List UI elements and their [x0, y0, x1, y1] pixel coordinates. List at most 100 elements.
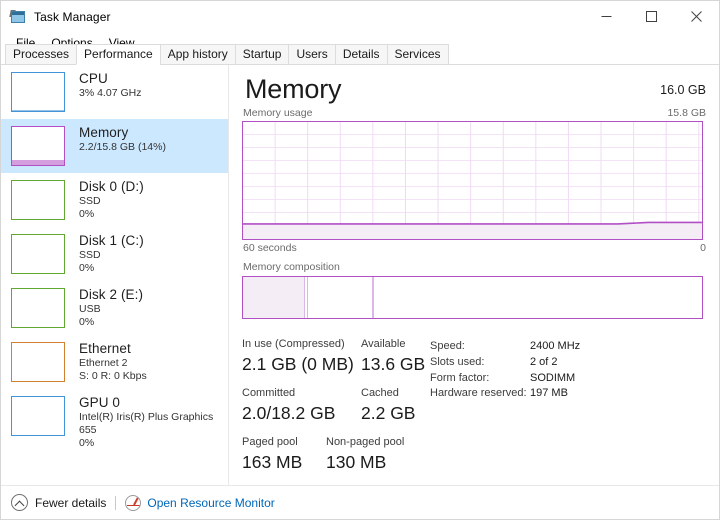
sidebar-thumbnail-fill	[12, 110, 64, 111]
stat-committed: Committed 2.0/18.2 GB	[242, 386, 335, 425]
hardware-info-row: Hardware reserved: 197 MB	[430, 386, 580, 402]
sidebar-item-text: CPU 3% 4.07 GHz	[79, 71, 141, 100]
open-resource-monitor-link[interactable]: Open Resource Monitor	[147, 496, 274, 510]
memory-usage-graph	[242, 121, 703, 240]
hardware-info-key: Form factor:	[430, 371, 490, 384]
sidebar-thumbnail	[11, 288, 65, 328]
hardware-info-key: Speed:	[430, 340, 465, 352]
stat-paged-pool-label: Paged pool	[242, 436, 298, 448]
graph-time-left-label: 60 seconds	[243, 242, 297, 254]
sidebar-item-label: Disk 1 (C:)	[79, 233, 144, 248]
title-bar: Task Manager	[1, 1, 719, 32]
total-memory-label: 16.0 GB	[660, 83, 706, 97]
stat-non-paged-pool-value: 130 MB	[326, 452, 387, 472]
composition-divider	[372, 277, 374, 318]
sidebar-item-label: GPU 0	[79, 395, 121, 410]
hardware-info-key: Slots used:	[430, 355, 485, 368]
stat-in-use: In use (Compressed) 2.1 GB (0 MB)	[242, 337, 354, 376]
stat-cached-value: 2.2 GB	[361, 403, 416, 423]
memory-composition-bar[interactable]	[242, 276, 703, 319]
sidebar-thumbnail-fill	[12, 160, 64, 165]
stat-available: Available 13.6 GB	[361, 337, 425, 376]
sidebar-item-gpu-0[interactable]: GPU 0 Intel(R) Iris(R) Plus Graphics 655 0…	[1, 389, 229, 449]
tab-performance[interactable]: Performance	[76, 44, 161, 65]
sidebar-item-sublabel: USB	[79, 303, 101, 315]
stat-in-use-label: In use (Compressed)	[242, 338, 345, 350]
graph-time-right-label: 0	[700, 242, 706, 254]
minimize-button[interactable]	[584, 1, 629, 32]
sidebar-item-cpu[interactable]: CPU 3% 4.07 GHz	[1, 65, 229, 119]
resource-monitor-icon[interactable]	[125, 494, 142, 511]
sidebar-item-sublabel-2: 0%	[79, 208, 95, 220]
sidebar-thumbnail	[11, 342, 65, 382]
sidebar-item-sublabel: 2.2/15.8 GB (14%)	[79, 141, 166, 153]
hardware-info-value: SODIMM	[530, 371, 576, 384]
sidebar-item-ethernet[interactable]: Ethernet Ethernet 2 S: 0 R: 0 Kbps	[1, 335, 229, 389]
tab-app-history[interactable]: App history	[159, 44, 236, 65]
window-controls	[584, 1, 719, 32]
stat-paged-pool-value: 163 MB	[242, 452, 303, 472]
tab-services[interactable]: Services	[386, 44, 449, 65]
sidebar-item-disk-1-c[interactable]: Disk 1 (C:) SSD 0%	[1, 227, 229, 281]
tab-details[interactable]: Details	[334, 44, 388, 65]
hardware-info-value: 2400 MHz	[530, 340, 581, 352]
tab-strip: Processes Performance App history Startu…	[1, 44, 719, 65]
content-area: CPU 3% 4.07 GHz Memory 2.2/15.8 GB (14%) Dis…	[1, 65, 719, 519]
fewer-details-button[interactable]: Fewer details	[35, 496, 106, 510]
task-manager-icon	[9, 9, 26, 25]
stat-available-label: Available	[361, 338, 406, 350]
stat-committed-label: Committed	[242, 387, 296, 399]
task-manager-window: Task Manager File Options View Processes…	[0, 0, 720, 520]
window-title: Task Manager	[34, 9, 111, 24]
hardware-info-row: Speed: 2400 MHz	[430, 339, 580, 355]
sidebar-item-text: Disk 1 (C:) SSD 0%	[79, 233, 144, 275]
stat-cached: Cached 2.2 GB	[361, 386, 415, 425]
sidebar-item-text: Disk 2 (E:) USB 0%	[79, 287, 143, 329]
composition-divider	[303, 277, 306, 318]
sidebar-item-sublabel: SSD	[79, 249, 101, 261]
hardware-info-key: Hardware reserved:	[430, 387, 527, 400]
composition-segment-in-use	[243, 277, 304, 318]
sidebar-item-sublabel-2: S: 0 R: 0 Kbps	[79, 370, 147, 382]
tab-processes[interactable]: Processes	[5, 44, 78, 65]
tab-users[interactable]: Users	[288, 44, 336, 65]
hardware-info-value: 197 MB	[530, 387, 568, 400]
footer-divider	[115, 495, 117, 510]
memory-usage-plot	[243, 221, 702, 239]
hardware-info-value: 2 of 2	[530, 355, 558, 368]
sidebar-item-label: CPU	[79, 71, 108, 86]
page-title: Memory	[245, 74, 342, 104]
sidebar-item-disk-0-d[interactable]: Disk 0 (D:) SSD 0%	[1, 173, 229, 227]
maximize-button[interactable]	[629, 1, 674, 32]
footer-bar: Fewer details Open Resource Monitor	[1, 485, 719, 519]
composition-divider	[306, 277, 309, 318]
sidebar-item-sublabel-2: 0%	[79, 316, 95, 328]
stat-non-paged-pool: Non-paged pool 130 MB	[326, 435, 404, 474]
stat-committed-value: 2.0/18.2 GB	[242, 403, 336, 423]
hardware-info-row: Slots used: 2 of 2	[430, 355, 580, 371]
stat-paged-pool: Paged pool 163 MB	[242, 435, 302, 474]
sidebar-item-label: Ethernet	[79, 341, 131, 356]
memory-usage-max-label: 15.8 GB	[667, 107, 706, 119]
tab-startup[interactable]: Startup	[234, 44, 290, 65]
sidebar-item-text: Ethernet Ethernet 2 S: 0 R: 0 Kbps	[79, 341, 147, 383]
hardware-info-row: Form factor: SODIMM	[430, 371, 580, 387]
memory-hardware-info: Speed: 2400 MHz Slots used: 2 of 2 Form fact…	[430, 339, 580, 402]
stat-non-paged-pool-label: Non-paged pool	[326, 436, 405, 448]
resource-sidebar: CPU 3% 4.07 GHz Memory 2.2/15.8 GB (14%) Dis…	[1, 65, 229, 485]
memory-detail-panel: Memory 16.0 GB Memory usage 15.8 GB 60 s…	[229, 65, 719, 485]
close-button[interactable]	[674, 1, 719, 32]
chevron-up-icon[interactable]	[11, 494, 28, 511]
memory-usage-caption: Memory usage	[243, 107, 313, 119]
sidebar-thumbnail	[11, 72, 65, 112]
sidebar-item-sublabel: Ethernet 2	[79, 357, 128, 369]
sidebar-thumbnail	[11, 396, 65, 436]
memory-composition-caption: Memory composition	[243, 261, 340, 273]
sidebar-item-label: Disk 0 (D:)	[79, 179, 144, 194]
sidebar-thumbnail	[11, 126, 65, 166]
sidebar-item-disk-2-e[interactable]: Disk 2 (E:) USB 0%	[1, 281, 229, 335]
sidebar-item-sublabel-2: 0%	[79, 437, 95, 449]
sidebar-thumbnail	[11, 234, 65, 274]
sidebar-item-sublabel: Intel(R) Iris(R) Plus Graphics 655	[79, 411, 214, 436]
sidebar-item-memory[interactable]: Memory 2.2/15.8 GB (14%)	[1, 119, 229, 173]
